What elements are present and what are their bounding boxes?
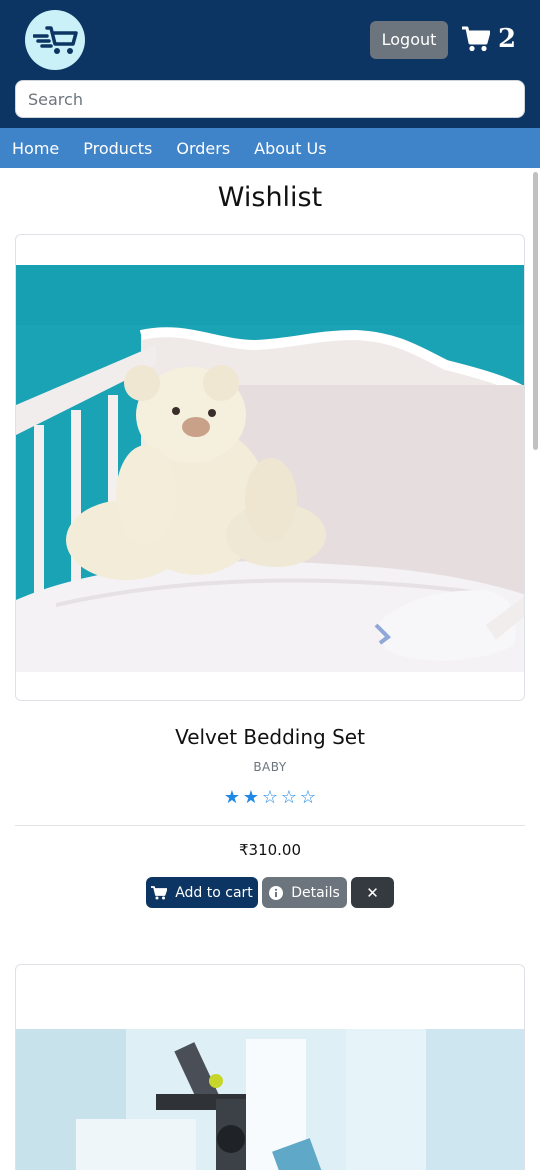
cart-icon [151, 885, 168, 900]
product-image [16, 1029, 524, 1170]
add-to-cart-button[interactable]: Add to cart [146, 877, 258, 908]
nav-item-about-us[interactable]: About Us [254, 139, 326, 158]
product-category: BABY [253, 760, 287, 774]
search-input[interactable] [15, 80, 525, 118]
star-filled-icon: ★ [223, 787, 241, 808]
info-icon [269, 885, 284, 900]
star-filled-icon: ★ [242, 787, 260, 808]
card-divider [15, 825, 525, 826]
star-empty-icon: ☆ [280, 787, 298, 808]
product-image-card[interactable] [15, 234, 525, 701]
details-button[interactable]: Details [262, 877, 347, 908]
product-name[interactable]: Velvet Bedding Set [0, 725, 540, 749]
nav-item-products[interactable]: Products [83, 139, 152, 158]
nav-item-orders[interactable]: Orders [176, 139, 230, 158]
product-rating: ★ ★ ☆ ☆ ☆ [0, 787, 540, 808]
star-empty-icon: ☆ [261, 787, 279, 808]
star-empty-icon: ☆ [299, 787, 317, 808]
page-scrollbar[interactable] [533, 172, 538, 450]
cart-button[interactable]: 2 [462, 24, 516, 54]
close-icon: ✕ [366, 883, 379, 902]
remove-from-wishlist-button[interactable]: ✕ [351, 877, 394, 908]
logout-button[interactable]: Logout [370, 21, 448, 59]
page-title: Wishlist [217, 182, 323, 213]
cart-icon [462, 26, 490, 52]
product-image-card[interactable] [15, 964, 525, 1170]
nav-item-home[interactable]: Home [12, 139, 59, 158]
add-to-cart-label: Add to cart [175, 884, 253, 901]
details-label: Details [291, 884, 340, 901]
product-image [16, 265, 524, 672]
cart-count-badge: 2 [498, 24, 517, 54]
fast-cart-icon [33, 26, 78, 54]
main-nav: Home Products Orders About Us [0, 128, 540, 168]
logo[interactable] [25, 10, 85, 70]
product-price: ₹310.00 [238, 841, 302, 859]
app-header: Logout 2 [0, 0, 540, 128]
